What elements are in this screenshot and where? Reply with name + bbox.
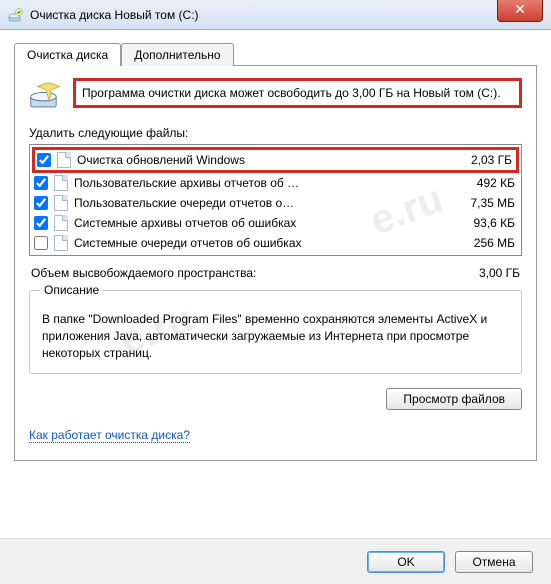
close-icon: ✕ (514, 1, 526, 17)
file-label: Системные архивы отчетов об ошибках (74, 216, 439, 230)
file-size: 2,03 ГБ (442, 153, 512, 167)
file-icon (54, 175, 68, 191)
tab-disk-cleanup[interactable]: Очистка диска (14, 43, 121, 66)
file-icon (54, 235, 68, 251)
description-group: Описание В папке "Downloaded Program Fil… (29, 290, 522, 374)
window-title: Очистка диска Новый том (C:) (30, 8, 199, 22)
file-checkbox[interactable] (37, 153, 51, 167)
file-label: Очистка обновлений Windows (77, 153, 436, 167)
file-list[interactable]: Очистка обновлений Windows2,03 ГБПользов… (29, 144, 522, 256)
file-checkbox[interactable] (34, 196, 48, 210)
help-link[interactable]: Как работает очистка диска? (29, 428, 190, 443)
title-bar: Очистка диска Новый том (C:) ✕ (0, 0, 551, 30)
description-text: В папке "Downloaded Program Files" време… (42, 311, 509, 361)
disk-cleanup-icon (8, 7, 24, 23)
cancel-button[interactable]: Отмена (455, 551, 533, 573)
delete-files-label: Удалить следующие файлы: (29, 126, 522, 140)
file-row[interactable]: Системные очереди отчетов об ошибках 256 … (32, 233, 519, 253)
file-row[interactable]: Системные архивы отчетов об ошибках 93,6 … (32, 213, 519, 233)
tab-panel: Программа очистки диска может освободить… (14, 65, 537, 461)
file-label: Системные очереди отчетов об ошибках (74, 236, 439, 250)
file-row[interactable]: Пользовательские архивы отчетов об … 492 … (32, 173, 519, 193)
file-label: Пользовательские архивы отчетов об … (74, 176, 439, 190)
ok-button[interactable]: OK (367, 551, 445, 573)
file-checkbox[interactable] (34, 236, 48, 250)
file-checkbox[interactable] (34, 176, 48, 190)
file-checkbox[interactable] (34, 216, 48, 230)
file-icon (54, 195, 68, 211)
file-row[interactable]: Пользовательские очереди отчетов о… 7,35 … (32, 193, 519, 213)
info-box: Программа очистки диска может освободить… (73, 78, 522, 108)
file-icon (54, 215, 68, 231)
file-icon (57, 152, 71, 168)
file-size: 93,6 КБ (445, 216, 515, 230)
tab-additional[interactable]: Дополнительно (121, 43, 233, 66)
drive-icon (29, 78, 63, 112)
file-label: Пользовательские очереди отчетов о… (74, 196, 439, 210)
file-row[interactable]: Очистка обновлений Windows 2,03 ГБ (32, 147, 519, 173)
file-size: 256 МБ (445, 236, 515, 250)
description-legend: Описание (40, 283, 103, 297)
freed-space-value: 3,00 ГБ (479, 266, 520, 280)
info-text: Программа очистки диска может освободить… (82, 86, 501, 100)
dialog-button-bar: OK Отмена (0, 538, 551, 584)
file-size: 7,35 МБ (445, 196, 515, 210)
view-files-button[interactable]: Просмотр файлов (386, 388, 522, 410)
freed-space-label: Объем высвобождаемого пространства: (31, 266, 256, 280)
close-button[interactable]: ✕ (497, 0, 543, 22)
tab-strip: Очистка диска Дополнительно (0, 30, 551, 65)
file-size: 492 КБ (445, 176, 515, 190)
